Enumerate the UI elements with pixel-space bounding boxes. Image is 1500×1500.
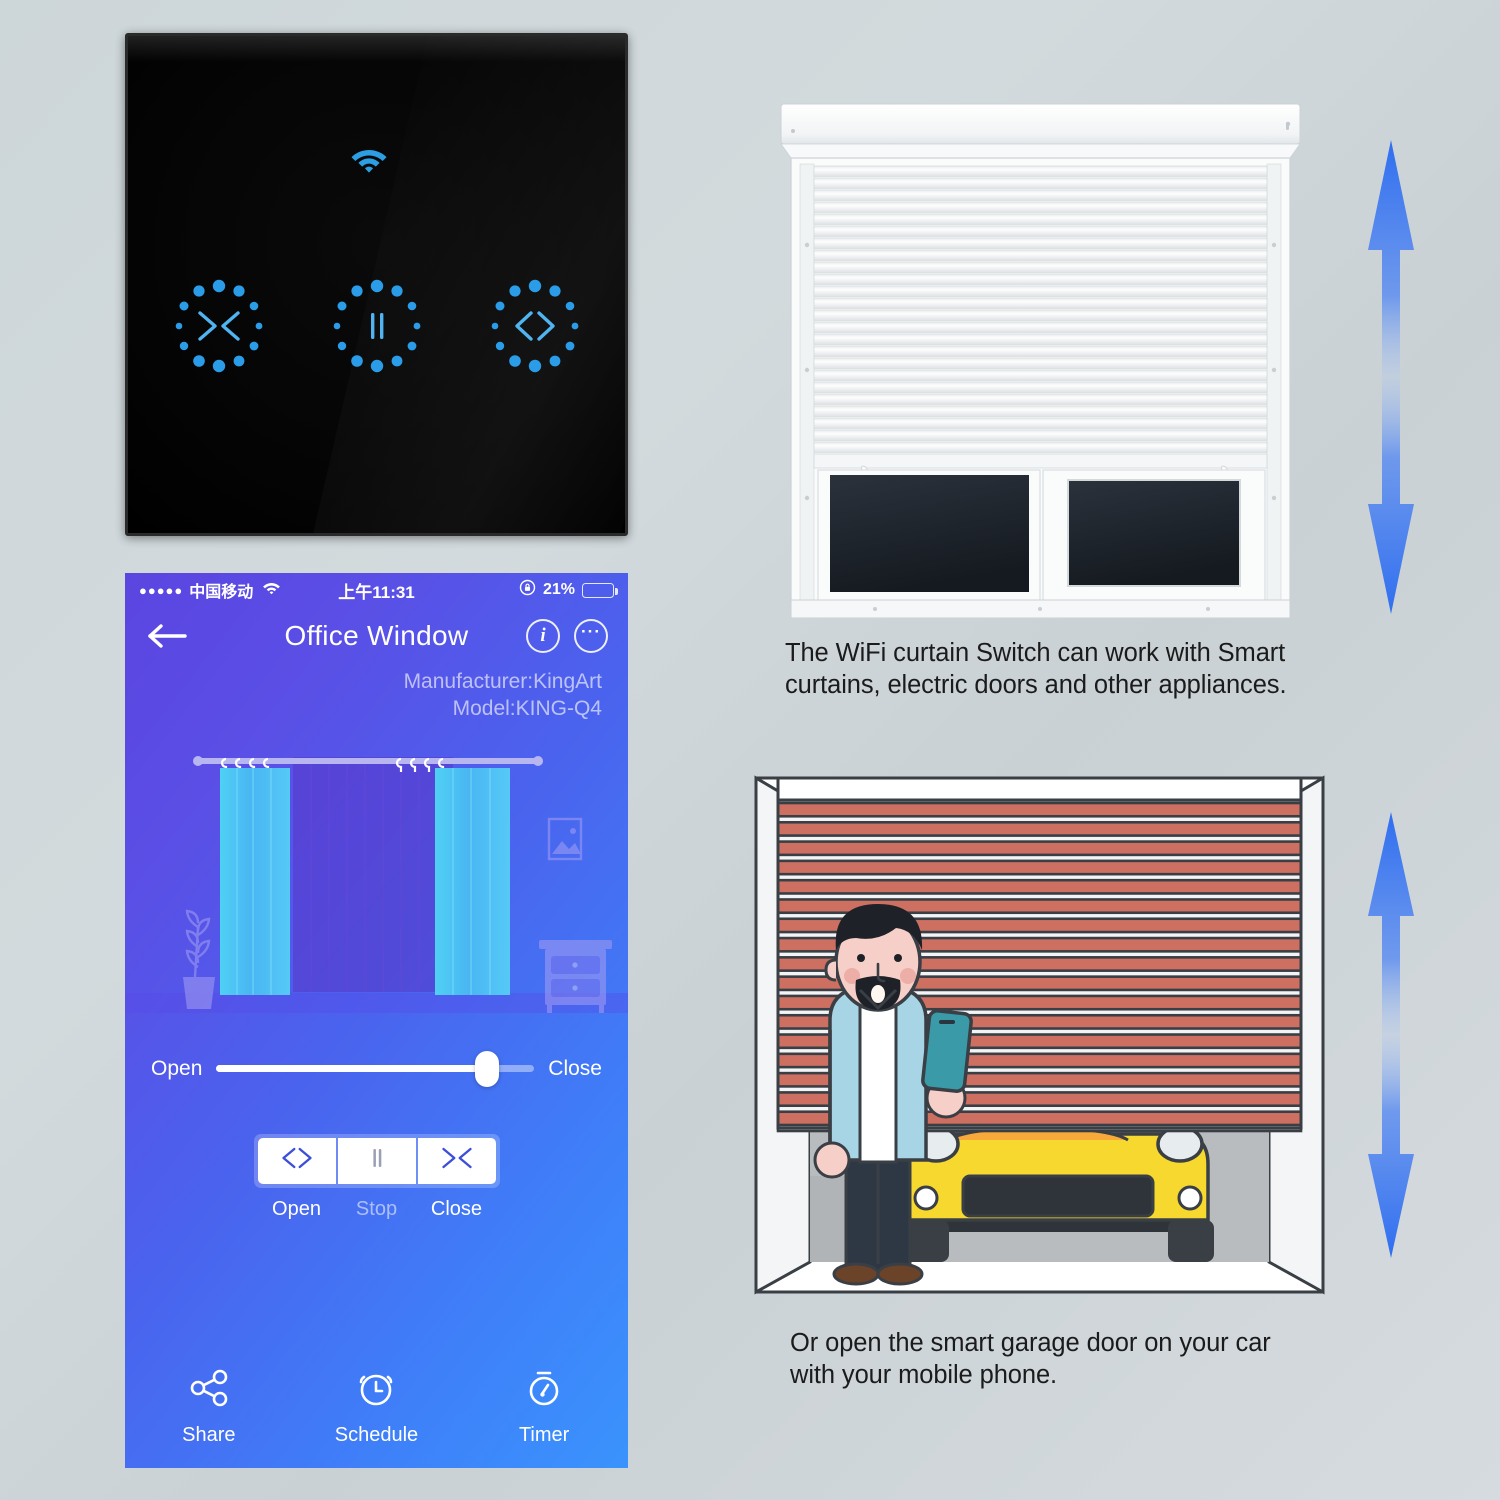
nightstand-icon [539, 939, 612, 1013]
bottom-navigation: Share Schedule Timer [125, 1350, 628, 1468]
stop-icon [359, 1145, 395, 1176]
open-label: Open [272, 1197, 321, 1220]
nav-item-share[interactable]: Share [149, 1365, 269, 1447]
nav-label-timer: Timer [518, 1424, 570, 1446]
switch-button-stop[interactable] [329, 278, 425, 374]
stop-label: Stop [355, 1197, 398, 1220]
curtain-scene [125, 735, 628, 1013]
battery-percent-label: 21% [542, 581, 575, 598]
manufacturer-label: Manufacturer:KingArt [403, 670, 602, 693]
model-label: Model:KING-Q4 [452, 696, 602, 720]
close-curtain-icon [439, 1145, 475, 1176]
status-bar: ●●●●● 中国移动 上午11:31 21% [125, 573, 628, 607]
more-options-button[interactable]: ··· [574, 619, 608, 653]
caption-curtain-switch: The WiFi curtain Switch can work with Sm… [785, 639, 1287, 699]
slider-filled-track [216, 1065, 487, 1073]
device-info: Manufacturer:KingArt Model:KING-Q4 [125, 665, 628, 723]
navbar-actions: i ··· [526, 619, 608, 653]
app-close-button[interactable] [417, 1137, 496, 1184]
share-network-icon [186, 1365, 232, 1417]
close-label: Close [430, 1197, 483, 1220]
caption-garage-door: Or open the smart garage door on your ca… [790, 1329, 1271, 1389]
stop-icon [329, 278, 425, 374]
nav-label-schedule: Schedule [334, 1424, 419, 1446]
control-button-labels: Open Stop Close [125, 1198, 628, 1221]
open-curtain-icon [487, 278, 583, 374]
potted-plant-icon [183, 909, 215, 1009]
double-arrow-vertical-icon [1352, 138, 1430, 616]
app-open-button[interactable] [257, 1137, 336, 1184]
garage-door-illustration [748, 772, 1331, 1298]
switch-button-open[interactable] [487, 278, 583, 374]
rotation-lock-icon [519, 579, 536, 601]
open-curtain-icon [279, 1145, 315, 1176]
position-slider-row: Open Close [125, 1050, 628, 1087]
double-arrow-vertical-icon [1352, 810, 1430, 1260]
slider-close-label: Close [548, 1056, 602, 1080]
nav-item-schedule[interactable]: Schedule [316, 1365, 436, 1447]
roller-shutter-window [778, 98, 1303, 620]
app-stop-button[interactable] [337, 1137, 416, 1184]
control-button-group [253, 1133, 500, 1188]
stopwatch-icon [521, 1365, 567, 1417]
switch-button-close[interactable] [171, 278, 267, 374]
curtain-panel-left [220, 767, 290, 995]
nav-item-timer[interactable]: Timer [484, 1365, 604, 1447]
switch-touch-buttons [128, 251, 625, 401]
curtain-controls [125, 1133, 628, 1188]
smartphone-app-screen: ●●●●● 中国移动 上午11:31 21% Office Window i ·… [125, 573, 628, 1468]
position-slider[interactable] [216, 1050, 535, 1087]
wifi-icon [350, 146, 388, 176]
battery-icon [582, 582, 618, 598]
picture-frame-icon [547, 817, 583, 860]
status-bar-right: 21% [519, 579, 618, 601]
alarm-clock-icon [353, 1365, 399, 1417]
app-navbar: Office Window i ··· [125, 607, 628, 665]
info-button[interactable]: i [526, 619, 560, 653]
nav-label-share: Share [182, 1424, 236, 1446]
slider-open-label: Open [151, 1056, 203, 1080]
close-curtain-icon [171, 278, 267, 374]
wall-switch-panel [125, 33, 628, 536]
curtain-panel-right [435, 767, 510, 995]
slider-thumb[interactable] [474, 1050, 499, 1087]
